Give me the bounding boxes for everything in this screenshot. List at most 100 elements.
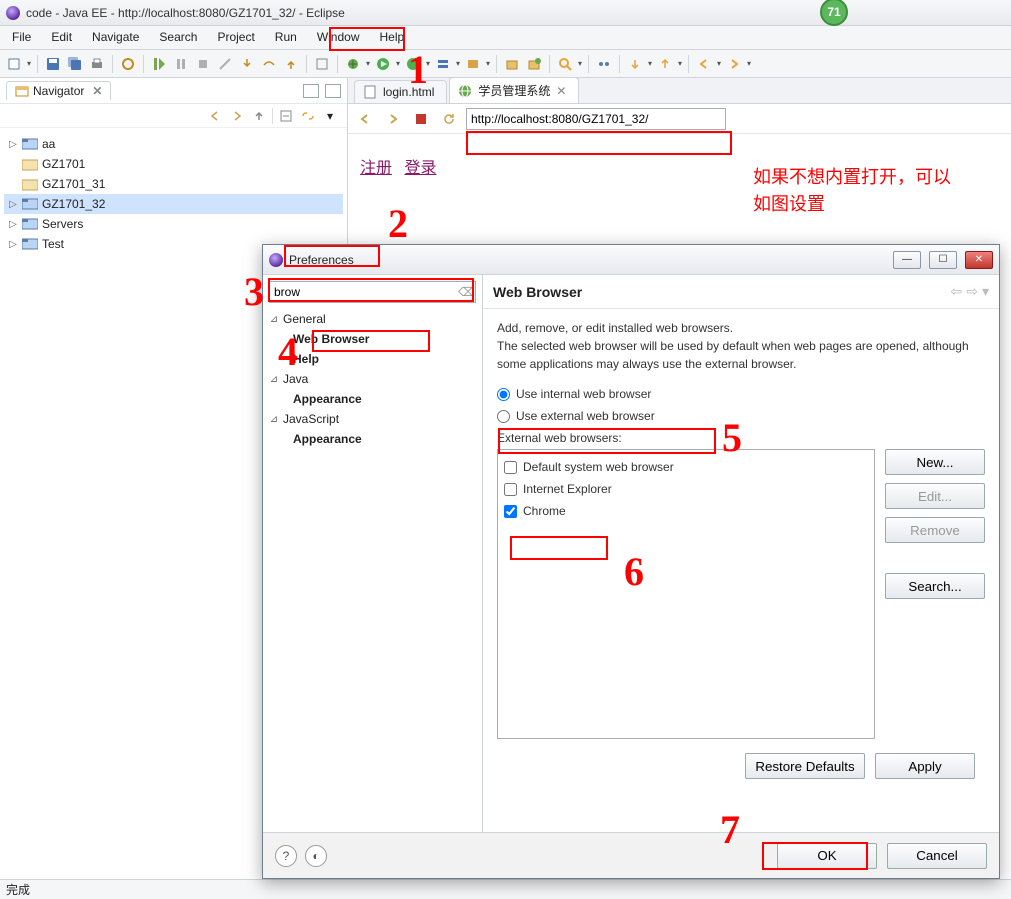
debug-pause-button[interactable] <box>171 54 191 74</box>
close-button[interactable]: ✕ <box>965 251 993 269</box>
radio-external-input[interactable] <box>497 410 510 423</box>
save-all-button[interactable] <box>65 54 85 74</box>
navigator-tree[interactable]: ▷aa GZ1701 GZ1701_31 ▷GZ1701_32 ▷Servers… <box>0 128 347 260</box>
browser-url-input[interactable] <box>466 108 726 130</box>
back-icon[interactable] <box>206 107 224 125</box>
new-button[interactable] <box>4 54 24 74</box>
link-register[interactable]: 注册 <box>360 160 392 177</box>
prev-annotation-button[interactable] <box>655 54 675 74</box>
debug-disconnect-button[interactable] <box>215 54 235 74</box>
maximize-button[interactable]: ☐ <box>929 251 957 269</box>
apply-button[interactable]: Apply <box>875 753 975 779</box>
build-button[interactable] <box>312 54 332 74</box>
link-login[interactable]: 登录 <box>404 160 436 177</box>
import-export-icon[interactable]: ◐ <box>305 845 327 867</box>
browser-item-ie[interactable]: Internet Explorer <box>504 478 868 500</box>
tree-item-aa[interactable]: ▷aa <box>4 134 343 154</box>
clear-filter-icon[interactable]: ⌫ <box>458 285 472 299</box>
step-over-button[interactable] <box>259 54 279 74</box>
browser-item-chrome[interactable]: Chrome <box>504 500 868 522</box>
menu-project[interactable]: Project <box>207 26 264 49</box>
new-package-button[interactable] <box>502 54 522 74</box>
dialog-title: Preferences <box>289 253 354 267</box>
dialog-titlebar[interactable]: Preferences — ☐ ✕ <box>263 245 999 275</box>
browser-checkbox[interactable] <box>504 505 517 518</box>
menu-navigate[interactable]: Navigate <box>82 26 149 49</box>
tree-item-gz1701-32[interactable]: ▷GZ1701_32 <box>4 194 343 214</box>
menu-run[interactable]: Run <box>265 26 307 49</box>
radio-internal[interactable]: Use internal web browser <box>497 383 985 405</box>
tree-leaf-help[interactable]: Help <box>269 349 476 369</box>
save-button[interactable] <box>43 54 63 74</box>
edit-browser-button[interactable]: Edit... <box>885 483 985 509</box>
forward-icon[interactable] <box>228 107 246 125</box>
back-history-button[interactable] <box>694 54 714 74</box>
run-launch-button[interactable] <box>373 54 393 74</box>
menu-help[interactable]: Help <box>370 26 415 49</box>
link-editor-icon[interactable] <box>299 107 317 125</box>
close-icon[interactable]: ✕ <box>92 84 102 98</box>
menu-window[interactable]: Window <box>307 26 370 49</box>
external-tools-button[interactable] <box>403 54 423 74</box>
server-button[interactable] <box>433 54 453 74</box>
menu-file[interactable]: File <box>2 26 41 49</box>
maximize-view-button[interactable] <box>325 84 341 98</box>
new-class-button[interactable] <box>524 54 544 74</box>
tree-leaf-js-appearance[interactable]: Appearance <box>269 429 476 449</box>
step-return-button[interactable] <box>281 54 301 74</box>
menu-edit[interactable]: Edit <box>41 26 82 49</box>
pref-menu-icon[interactable]: ▾ <box>982 283 989 300</box>
editor-tab-system[interactable]: 学员管理系统 ✕ <box>449 77 579 103</box>
tree-cat-java[interactable]: ⊿Java <box>269 369 476 389</box>
tree-leaf-java-appearance[interactable]: Appearance <box>269 389 476 409</box>
navigator-tab[interactable]: Navigator ✕ <box>6 81 111 100</box>
globe-icon <box>458 84 472 98</box>
browser-item-default[interactable]: Default system web browser <box>504 456 868 478</box>
debug-resume-button[interactable] <box>149 54 169 74</box>
print-button[interactable] <box>87 54 107 74</box>
pref-back-icon[interactable]: ⇦ <box>951 283 963 300</box>
up-icon[interactable] <box>250 107 268 125</box>
tree-label: GZ1701 <box>42 157 85 171</box>
radio-internal-input[interactable] <box>497 388 510 401</box>
browser-stop-button[interactable] <box>410 108 432 130</box>
remove-browser-button[interactable]: Remove <box>885 517 985 543</box>
ok-button[interactable]: OK <box>777 843 877 869</box>
help-icon[interactable]: ? <box>275 845 297 867</box>
forward-history-button[interactable] <box>724 54 744 74</box>
tree-item-gz1701-31[interactable]: GZ1701_31 <box>4 174 343 194</box>
tree-item-servers[interactable]: ▷Servers <box>4 214 343 234</box>
debug-launch-button[interactable] <box>343 54 363 74</box>
tree-leaf-web-browser[interactable]: Web Browser <box>269 329 476 349</box>
browser-checkbox[interactable] <box>504 461 517 474</box>
tree-cat-javascript[interactable]: ⊿JavaScript <box>269 409 476 429</box>
tree-cat-general[interactable]: ⊿General <box>269 309 476 329</box>
next-annotation-button[interactable] <box>625 54 645 74</box>
browser-checkbox[interactable] <box>504 483 517 496</box>
tree-item-gz1701[interactable]: GZ1701 <box>4 154 343 174</box>
close-tab-icon[interactable]: ✕ <box>556 84 566 98</box>
view-menu-icon[interactable]: ▾ <box>321 107 339 125</box>
restore-defaults-button[interactable]: Restore Defaults <box>745 753 865 779</box>
step-into-button[interactable] <box>237 54 257 74</box>
browser-forward-button[interactable] <box>382 108 404 130</box>
browser-back-button[interactable] <box>354 108 376 130</box>
new-server-button[interactable] <box>463 54 483 74</box>
external-browsers-list[interactable]: Default system web browser Internet Expl… <box>497 449 875 739</box>
new-browser-button[interactable]: New... <box>885 449 985 475</box>
menu-search[interactable]: Search <box>149 26 207 49</box>
toggle-breadcrumb-button[interactable] <box>594 54 614 74</box>
editor-tab-login[interactable]: login.html <box>354 80 447 103</box>
radio-external[interactable]: Use external web browser <box>497 405 985 427</box>
minimize-button[interactable]: — <box>893 251 921 269</box>
preferences-filter-input[interactable] <box>269 281 476 303</box>
search-toolbar-button[interactable] <box>555 54 575 74</box>
browser-refresh-button[interactable] <box>438 108 460 130</box>
search-browser-button[interactable]: Search... <box>885 573 985 599</box>
cancel-button[interactable]: Cancel <box>887 843 987 869</box>
pref-forward-icon[interactable]: ⇨ <box>966 283 978 300</box>
collapse-all-icon[interactable] <box>277 107 295 125</box>
debug-stop-button[interactable] <box>193 54 213 74</box>
minimize-view-button[interactable] <box>303 84 319 98</box>
open-type-button[interactable] <box>118 54 138 74</box>
